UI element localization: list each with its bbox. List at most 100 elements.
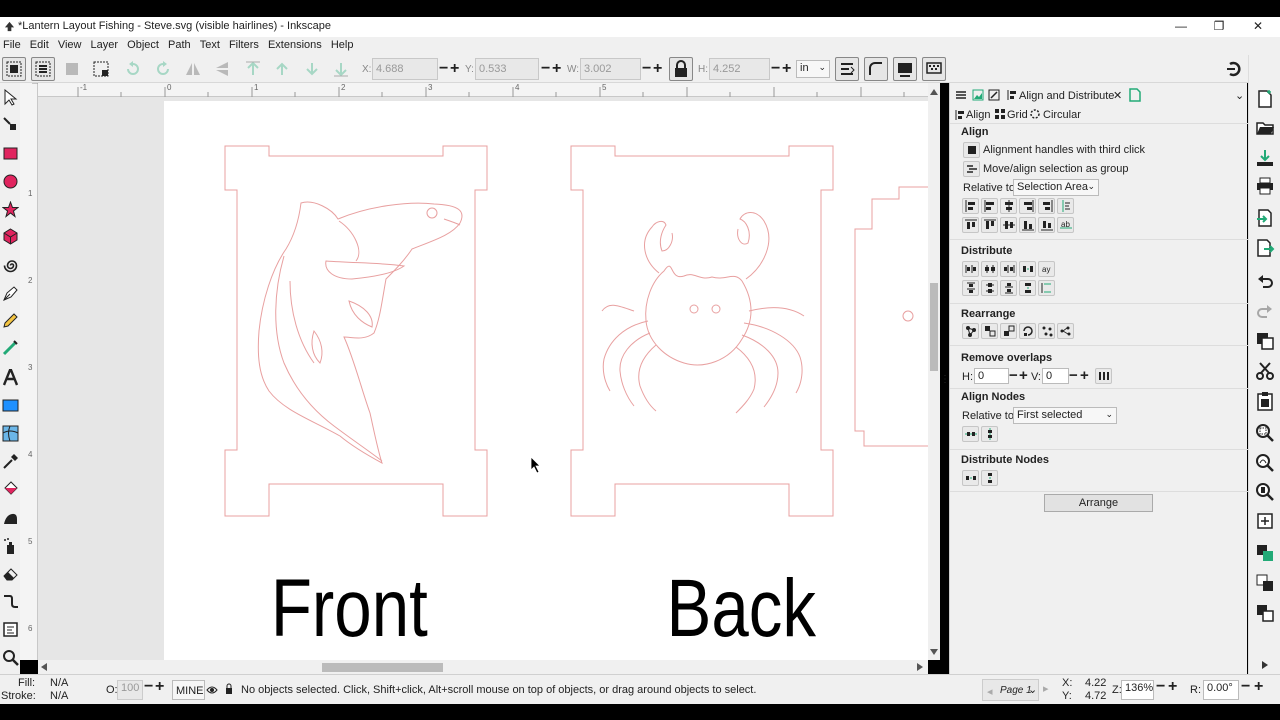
w-increment-button[interactable]: + [653,60,662,78]
restore-button[interactable]: ❐ [1209,19,1229,33]
distribute-baselines-vertical-button[interactable] [1038,280,1055,296]
rotation-decrement-button[interactable]: − [1241,678,1250,696]
h-input[interactable]: 4.252 [709,58,770,80]
distribute-bottom-edges-button[interactable] [1000,280,1017,296]
overlap-h-decrement-button[interactable]: − [1009,367,1018,384]
menu-help[interactable]: Help [328,37,357,51]
zoom-page-button[interactable] [1253,480,1277,504]
overlap-v-increment-button[interactable]: + [1080,367,1089,384]
minimize-button[interactable]: — [1171,19,1191,33]
align-right-edges-button[interactable] [1019,198,1036,214]
arrange-button[interactable]: Arrange [1044,494,1153,512]
graph-layout-button[interactable] [962,323,979,339]
invert-selection-button[interactable] [60,57,84,81]
import-button[interactable] [1253,206,1277,230]
align-nodes-horizontal-button[interactable] [962,426,979,442]
menu-path[interactable]: Path [165,37,194,51]
gradient-tool[interactable] [0,393,20,417]
opacity-increment-button[interactable]: + [155,678,164,696]
vertical-scroll-thumb[interactable] [930,283,938,371]
ellipse-tool[interactable] [0,169,20,193]
align-right-edges-to-left-button[interactable] [962,198,979,214]
distribute-centers-horizontal-button[interactable] [981,261,998,277]
page-prev-icon[interactable]: ◂ [987,685,993,698]
zoom-drawing-button[interactable] [1253,451,1277,475]
undo-button[interactable] [1253,269,1277,293]
layer-select[interactable]: MINE [172,680,205,700]
menu-text[interactable]: Text [197,37,223,51]
dropper-tool[interactable] [0,449,20,473]
close-window-button[interactable]: ✕ [1248,19,1268,33]
align-left-edges-to-right-button[interactable] [1038,198,1055,214]
transform-gradients-button[interactable] [893,57,917,81]
paste-button[interactable] [1253,389,1277,413]
zoom-out-button[interactable]: − [1156,678,1165,696]
eraser-tool[interactable] [0,561,20,585]
transform-patterns-button[interactable] [922,57,946,81]
align-top-to-bottom-button[interactable] [1038,217,1055,233]
scroll-right-icon[interactable] [917,663,923,671]
snap-toggle-button[interactable] [1223,57,1247,81]
paint-bucket-tool[interactable] [0,476,20,500]
rotate-cw-button[interactable] [151,57,175,81]
node-tool[interactable] [0,112,20,136]
select-all-button[interactable] [2,57,26,81]
overlap-v-input[interactable]: 0 [1042,368,1069,384]
print-button[interactable] [1253,174,1277,198]
distribute-gaps-horizontal-button[interactable] [1019,261,1036,277]
align-baselines-button[interactable]: ab [1057,217,1074,233]
scroll-down-icon[interactable] [930,649,938,655]
distribute-gaps-vertical-button[interactable] [1019,280,1036,296]
drawing-canvas[interactable]: Front Back [38,97,928,660]
rotation-input[interactable]: 0.00° [1203,680,1239,700]
select-all-layers-button[interactable] [31,57,55,81]
align-nodes-vertical-button[interactable] [981,426,998,442]
h-decrement-button[interactable]: − [771,60,780,78]
menu-file[interactable]: File [0,37,24,51]
export-button[interactable] [1253,236,1277,260]
scale-stroke-button[interactable] [835,57,859,81]
menu-edit[interactable]: Edit [27,37,52,51]
lock-proportions-button[interactable] [669,57,693,81]
scale-corners-button[interactable] [864,57,888,81]
measure-tool[interactable] [0,617,20,641]
distribute-top-edges-button[interactable] [962,280,979,296]
horizontal-scrollbar[interactable] [38,660,928,674]
y-input[interactable]: 0.533 [475,58,539,80]
star-tool[interactable] [0,197,20,221]
pen-tool[interactable] [0,281,20,305]
overlap-v-decrement-button[interactable]: − [1069,367,1078,384]
duplicate-button[interactable] [1253,509,1277,533]
selector-tool[interactable] [0,85,20,109]
y-increment-button[interactable]: + [552,60,561,78]
layers-icon[interactable] [955,89,967,101]
x-decrement-button[interactable]: − [439,60,448,78]
scroll-left-icon[interactable] [41,663,47,671]
page-select[interactable]: ◂ Page 1 ⌄ [982,679,1039,701]
fill-value[interactable]: N/A [50,677,68,689]
pencil-tool[interactable] [0,308,20,332]
exchange-selection-order-button[interactable] [981,323,998,339]
close-tab-button[interactable]: ✕ [1113,89,1122,102]
menu-extensions[interactable]: Extensions [265,37,325,51]
remove-overlaps-button[interactable] [1095,368,1112,384]
center-vertical-axis-button[interactable] [1000,198,1017,214]
menu-object[interactable]: Object [124,37,162,51]
redo-button[interactable] [1253,299,1277,323]
stroke-value[interactable]: N/A [50,690,68,702]
raise-to-top-button[interactable] [241,57,265,81]
flip-horizontal-button[interactable] [181,57,205,81]
rotate-ccw-button[interactable] [121,57,145,81]
raise-button[interactable] [270,57,294,81]
document-page[interactable]: Front Back [164,101,928,660]
dock-menu-chevron-icon[interactable]: ⌄ [1235,89,1244,102]
overlap-h-increment-button[interactable]: + [1019,367,1028,384]
select-original-button[interactable] [1253,601,1277,625]
new-document-button[interactable] [1253,87,1277,111]
rectangle-tool[interactable] [0,141,20,165]
distribute-nodes-horizontal-button[interactable] [962,470,979,486]
new-tab-icon[interactable] [1128,88,1142,102]
spray-tool[interactable] [0,534,20,558]
y-decrement-button[interactable]: − [541,60,550,78]
alignment-handles-toggle[interactable] [963,142,980,158]
